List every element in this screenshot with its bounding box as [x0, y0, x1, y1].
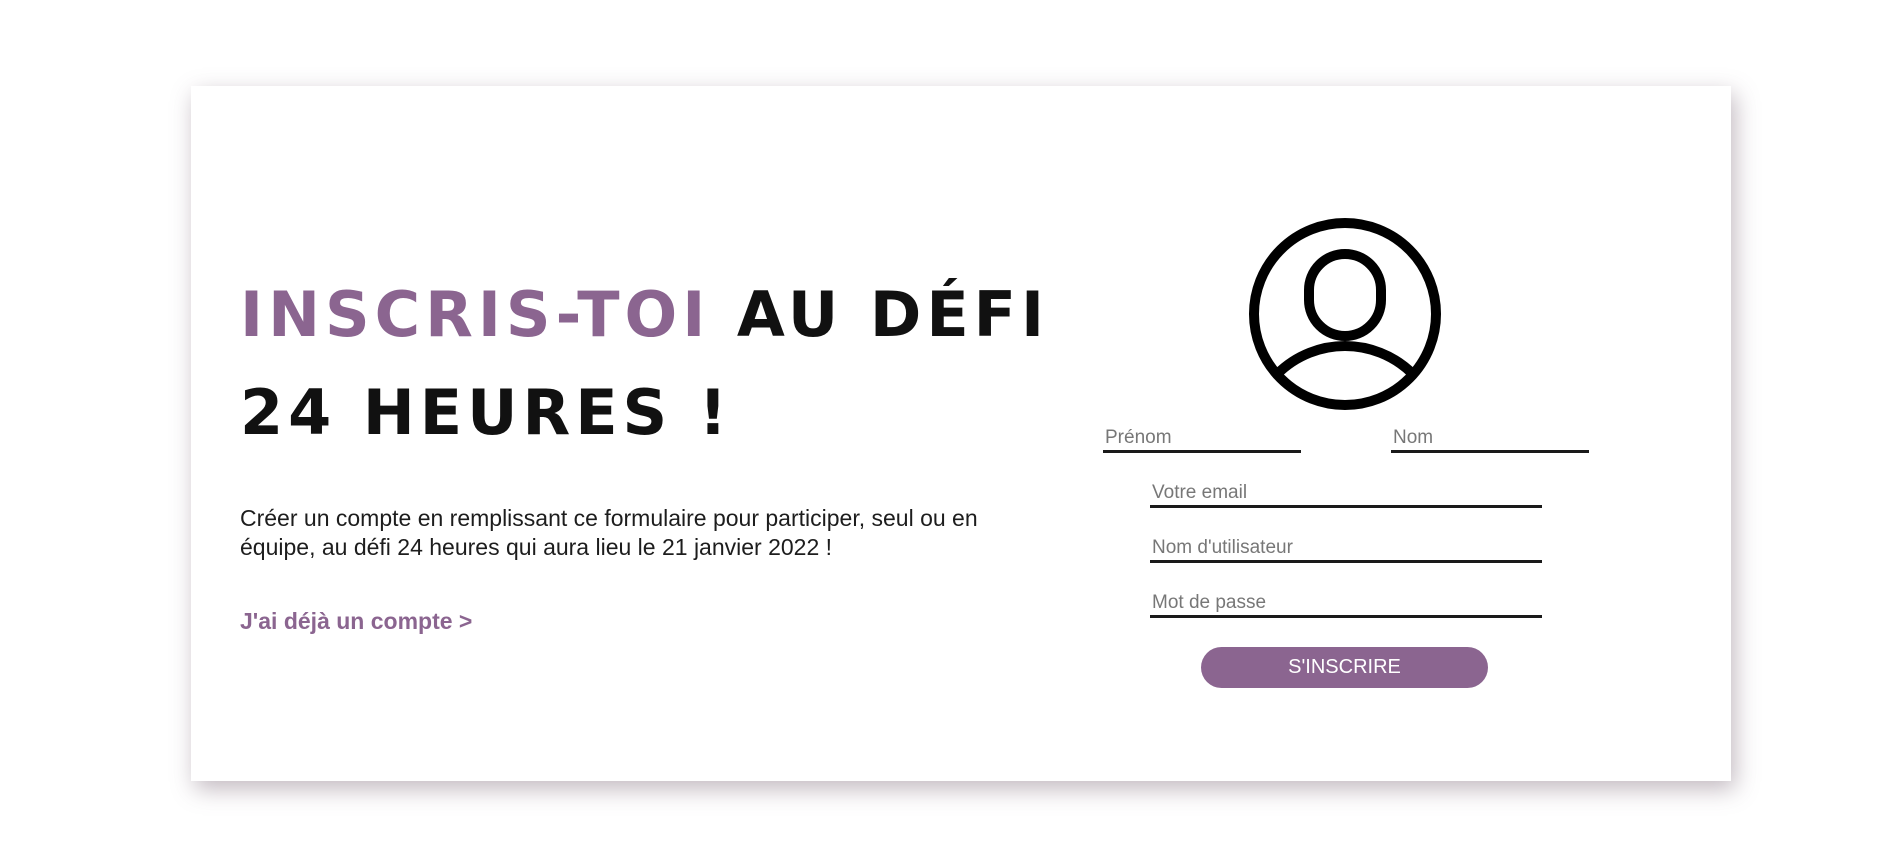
title-accent: INSCRIS-TOI	[240, 278, 711, 351]
signup-button[interactable]: S'INSCRIRE	[1201, 647, 1488, 688]
page-title: INSCRIS-TOI AU DÉFI 24 HEURES !	[240, 266, 1049, 462]
title-line1-rest: AU DÉFI	[710, 278, 1050, 351]
password-field[interactable]	[1150, 590, 1542, 618]
first-name-field[interactable]	[1103, 425, 1301, 453]
title-line2: 24 HEURES !	[240, 376, 733, 449]
login-link[interactable]: J'ai déjà un compte >	[240, 608, 472, 635]
signup-card: INSCRIS-TOI AU DÉFI 24 HEURES ! Créer un …	[191, 86, 1731, 781]
username-field[interactable]	[1150, 535, 1542, 563]
last-name-field[interactable]	[1391, 425, 1589, 453]
intro-text: Créer un compte en remplissant ce formul…	[240, 505, 978, 560]
user-circle-icon	[1249, 218, 1441, 410]
email-field[interactable]	[1150, 480, 1542, 508]
